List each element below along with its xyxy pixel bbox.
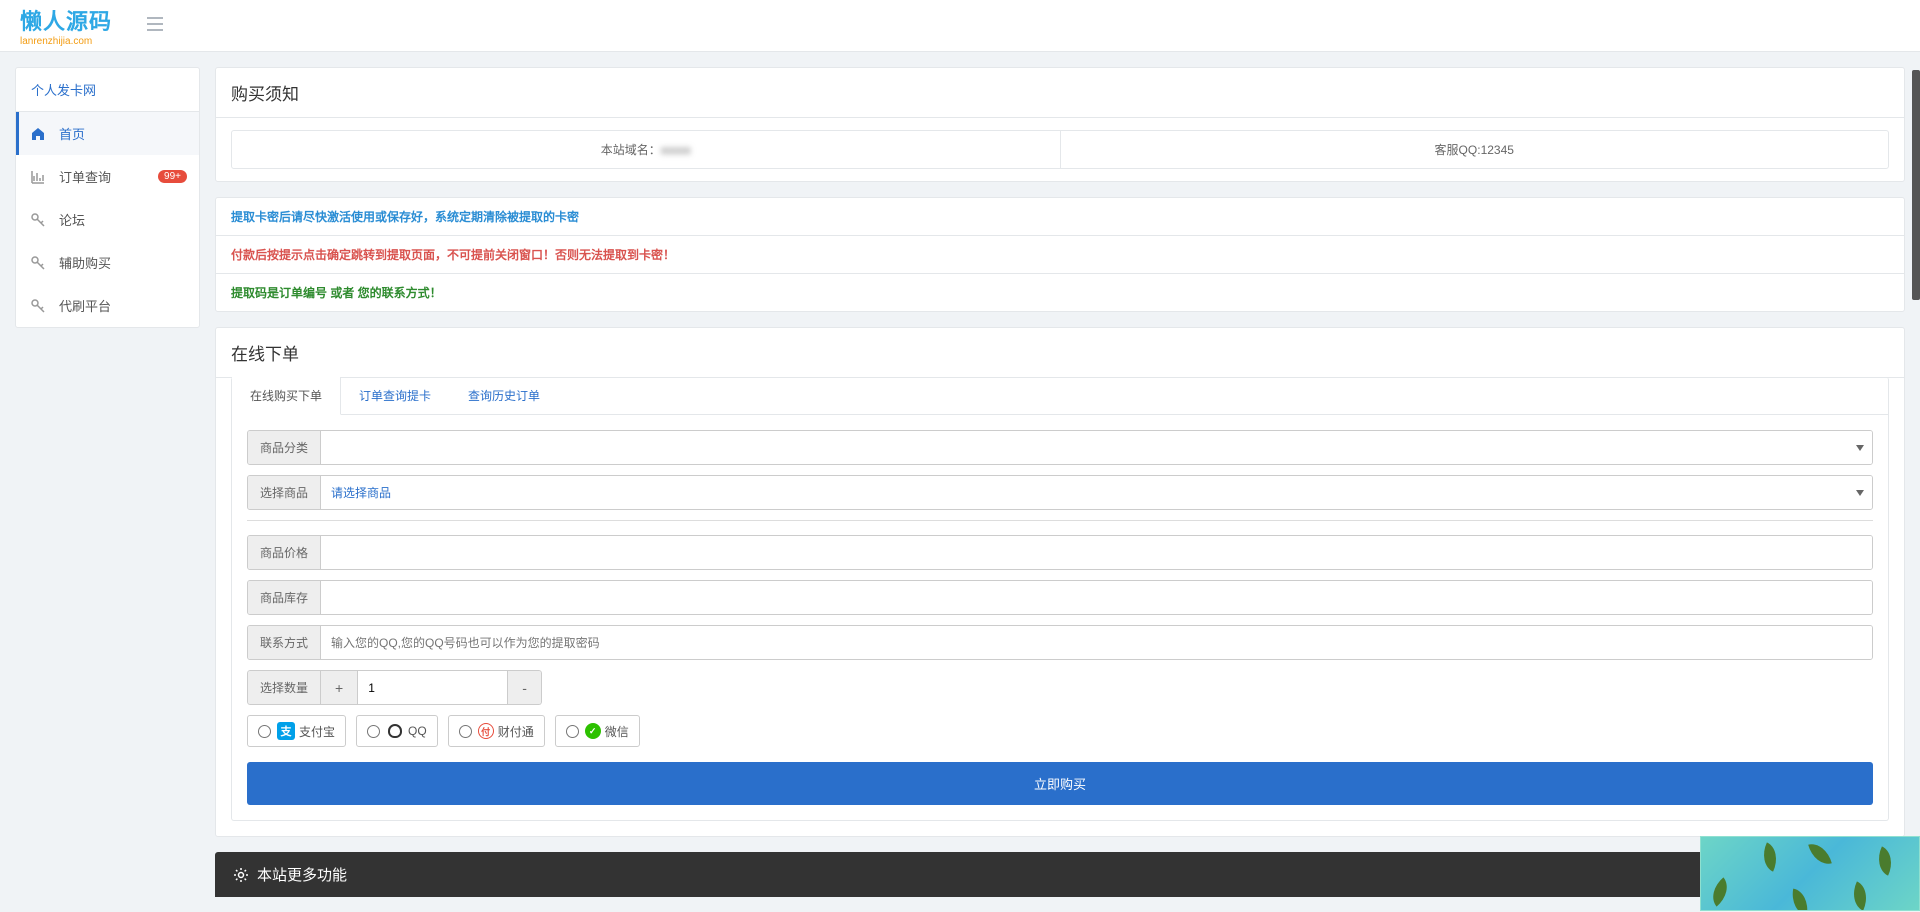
- label-product: 选择商品: [248, 476, 321, 509]
- notice-item: 付款后按提示点击确定跳转到提取页面，不可提前关闭窗口！否则无法提取到卡密！: [216, 236, 1904, 274]
- domain-value: xxxxx: [661, 143, 691, 157]
- top-bar: 懒人源码 lanrenzhijia.com: [0, 0, 1920, 52]
- pay-label: 支付宝: [299, 723, 335, 740]
- sidebar: 个人发卡网 首页 订单查询 99+ 论坛 辅助购买 代刷平台: [0, 52, 200, 912]
- radio-tenpay[interactable]: [459, 725, 472, 738]
- key-icon: [31, 213, 49, 227]
- sidebar-item-label: 订单查询: [59, 167, 111, 186]
- qq-icon: [386, 722, 404, 740]
- price-field: [321, 536, 1872, 569]
- main-content: 购买须知 本站域名：xxxxx 客服QQ:12345 提取卡密后请尽快激活使用或…: [200, 52, 1920, 912]
- footer-strip[interactable]: 本站更多功能: [215, 852, 1905, 897]
- tab-nav: 在线购买下单 订单查询提卡 查询历史订单: [232, 377, 1888, 415]
- category-select[interactable]: [321, 431, 1872, 464]
- domain-label: 本站域名：: [601, 143, 661, 157]
- sidebar-item-forum[interactable]: 论坛: [16, 198, 199, 241]
- notice-item: 提取卡密后请尽快激活使用或保存好，系统定期清除被提取的卡密: [216, 198, 1904, 236]
- qq-value: 12345: [1481, 143, 1514, 157]
- tab-buy[interactable]: 在线购买下单: [232, 377, 341, 415]
- sidebar-item-label: 首页: [59, 124, 85, 143]
- sidebar-item-label: 代刷平台: [59, 296, 111, 315]
- sidebar-item-label: 辅助购买: [59, 253, 111, 272]
- notice-item: 提取码是订单编号 或者 您的联系方式！: [216, 274, 1904, 311]
- tab-content: 商品分类 选择商品 请选择商品: [232, 415, 1888, 820]
- buy-button[interactable]: 立即购买: [247, 762, 1873, 805]
- logo-sub: lanrenzhijia.com: [20, 36, 112, 47]
- badge: 99+: [158, 170, 187, 183]
- qq-label: 客服QQ:: [1435, 143, 1481, 157]
- panel-title: 购买须知: [216, 68, 1904, 118]
- pay-label: 财付通: [498, 723, 534, 740]
- order-panel: 在线下单 在线购买下单 订单查询提卡 查询历史订单 商品分类: [215, 327, 1905, 837]
- label-qty: 选择数量: [247, 670, 321, 705]
- tab-history[interactable]: 查询历史订单: [450, 377, 559, 414]
- sidebar-item-home[interactable]: 首页: [16, 112, 199, 155]
- pay-option-alipay[interactable]: 支 支付宝: [247, 715, 346, 747]
- qq-cell: 客服QQ:12345: [1060, 131, 1889, 168]
- sidebar-item-daishua[interactable]: 代刷平台: [16, 284, 199, 327]
- logo-main: 懒人源码: [20, 4, 112, 36]
- tenpay-icon: 付: [478, 723, 494, 739]
- info-row: 本站域名：xxxxx 客服QQ:12345: [231, 130, 1889, 169]
- footer-label: 本站更多功能: [257, 864, 347, 885]
- key-icon: [31, 299, 49, 313]
- scrollbar-thumb[interactable]: [1912, 70, 1920, 300]
- pay-option-wechat[interactable]: ✓ 微信: [555, 715, 640, 747]
- pay-option-tenpay[interactable]: 付 财付通: [448, 715, 545, 747]
- label-stock: 商品库存: [248, 581, 321, 614]
- qty-minus-button[interactable]: -: [508, 670, 542, 705]
- pay-label: 微信: [605, 723, 629, 740]
- domain-cell: 本站域名：xxxxx: [232, 131, 1060, 168]
- radio-alipay[interactable]: [258, 725, 271, 738]
- pay-option-qq[interactable]: QQ: [356, 715, 438, 747]
- label-price: 商品价格: [248, 536, 321, 569]
- payment-row: 支 支付宝 QQ 付 财付通: [247, 715, 1873, 747]
- chart-icon: [31, 170, 49, 184]
- divider: [247, 520, 1873, 521]
- product-select[interactable]: 请选择商品: [321, 476, 1872, 509]
- key-icon: [31, 256, 49, 270]
- label-contact: 联系方式: [248, 626, 321, 659]
- notice-panel: 购买须知 本站域名：xxxxx 客服QQ:12345: [215, 67, 1905, 182]
- sidebar-title: 个人发卡网: [16, 68, 199, 112]
- radio-qq[interactable]: [367, 725, 380, 738]
- contact-input[interactable]: [321, 626, 1872, 659]
- sidebar-item-label: 论坛: [59, 210, 85, 229]
- panel-title: 在线下单: [216, 328, 1904, 378]
- sidebar-item-assist-buy[interactable]: 辅助购买: [16, 241, 199, 284]
- sidebar-item-order-query[interactable]: 订单查询 99+: [16, 155, 199, 198]
- radio-wechat[interactable]: [566, 725, 579, 738]
- alipay-icon: 支: [277, 722, 295, 740]
- home-icon: [31, 127, 49, 141]
- stock-field: [321, 581, 1872, 614]
- label-category: 商品分类: [248, 431, 321, 464]
- menu-toggle-icon[interactable]: [142, 10, 168, 41]
- floating-banner[interactable]: [1700, 836, 1920, 911]
- wechat-icon: ✓: [585, 723, 601, 739]
- pay-label: QQ: [408, 724, 427, 738]
- qty-input[interactable]: [358, 670, 508, 705]
- qty-plus-button[interactable]: +: [321, 670, 358, 705]
- gear-icon: [233, 867, 249, 883]
- notices-panel: 提取卡密后请尽快激活使用或保存好，系统定期清除被提取的卡密 付款后按提示点击确定…: [215, 197, 1905, 312]
- tab-query-card[interactable]: 订单查询提卡: [341, 377, 450, 414]
- logo[interactable]: 懒人源码 lanrenzhijia.com: [20, 4, 112, 47]
